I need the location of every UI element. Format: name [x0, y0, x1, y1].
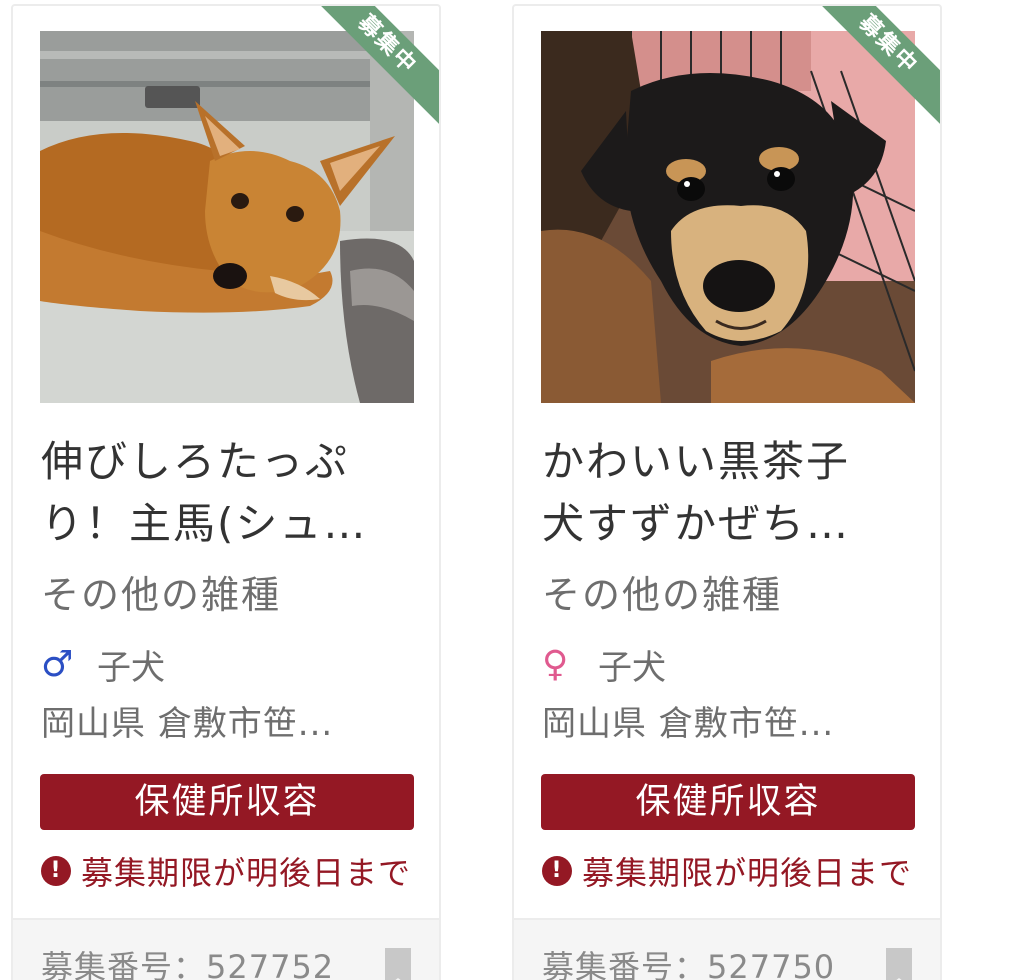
- deadline-notice: ! 募集期限が明後日まで: [542, 848, 912, 894]
- pet-title[interactable]: 伸びしろたっぷり！主馬(シュ…: [41, 431, 391, 555]
- female-symbol-icon: ♀: [542, 644, 569, 685]
- deadline-text: 募集期限が明後日まで: [81, 854, 412, 892]
- pet-title[interactable]: かわいい黒茶子犬すずかぜち…: [542, 431, 892, 555]
- pet-card[interactable]: 募集中: [512, 4, 942, 980]
- recruiting-ribbon-label: 募集中: [302, 6, 439, 130]
- status-badge: 保健所収容: [541, 774, 915, 830]
- bookmark-icon[interactable]: [385, 948, 411, 980]
- pet-card[interactable]: 募集中: [11, 4, 441, 980]
- recruit-number: 募集番号：527752: [41, 948, 335, 980]
- recruiting-ribbon: 募集中: [800, 6, 940, 154]
- card-footer: 募集番号：527750: [514, 918, 940, 980]
- deadline-notice: ! 募集期限が明後日まで: [41, 848, 411, 894]
- pet-breed: その他の雑種: [41, 573, 282, 617]
- sex-age-row: ♀ 子犬: [542, 640, 666, 689]
- recruiting-ribbon: 募集中: [299, 6, 439, 154]
- bookmark-icon[interactable]: [886, 948, 912, 980]
- recruit-number: 募集番号：527750: [542, 948, 836, 980]
- recruiting-ribbon-label: 募集中: [803, 6, 940, 130]
- pet-age: 子犬: [598, 648, 666, 688]
- deadline-text: 募集期限が明後日まで: [582, 854, 913, 892]
- pet-card-grid: 募集中 伸びしろたっぷり！主馬(シュ… その他の雑種 ♂ 子犬 岡山県 倉敷市笹…: [0, 0, 1018, 980]
- male-symbol-icon: ♂: [41, 644, 74, 685]
- sex-age-row: ♂ 子犬: [41, 640, 165, 689]
- pet-location: 岡山県 倉敷市笹...: [542, 704, 835, 744]
- card-footer: 募集番号：527752: [13, 918, 439, 980]
- pet-age: 子犬: [97, 648, 165, 688]
- pet-breed: その他の雑種: [542, 573, 783, 617]
- status-badge: 保健所収容: [40, 774, 414, 830]
- exclamation-circle-icon: !: [542, 856, 572, 886]
- pet-location: 岡山県 倉敷市笹...: [41, 704, 334, 744]
- exclamation-circle-icon: !: [41, 856, 71, 886]
